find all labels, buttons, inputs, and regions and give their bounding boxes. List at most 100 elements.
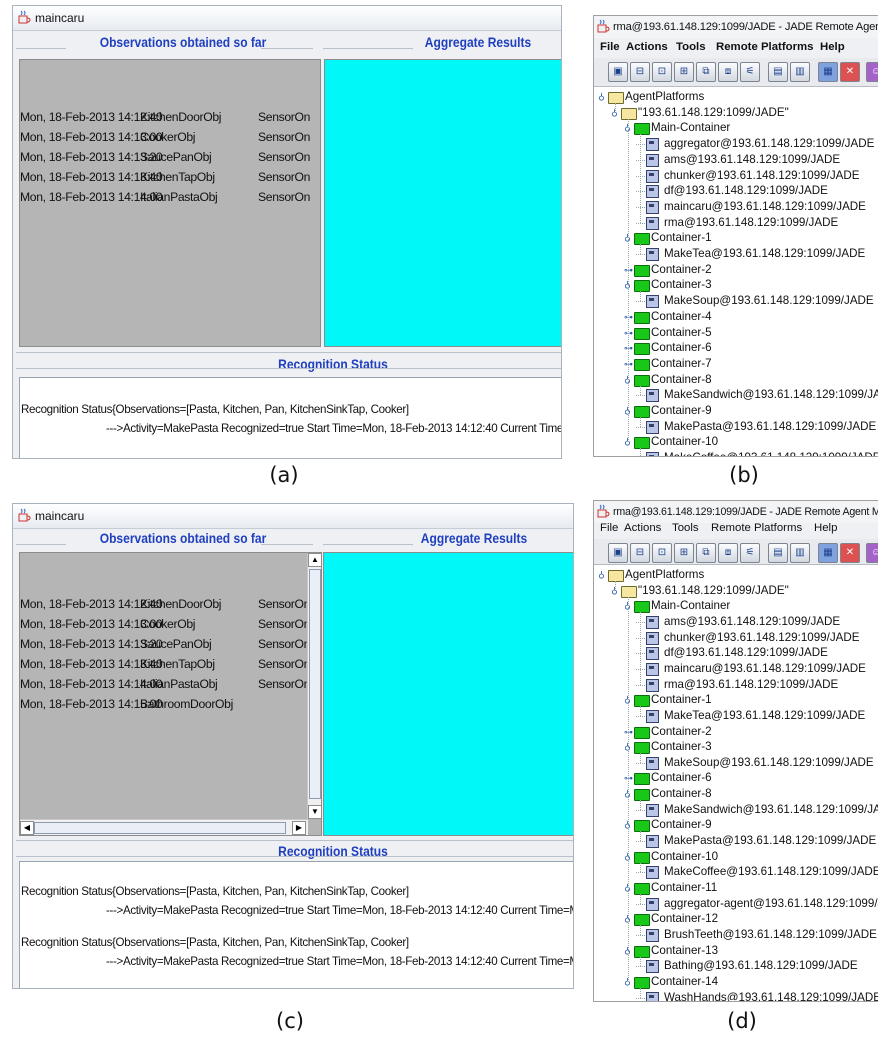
tree-node-platform[interactable]: ⚲ "193.61.148.129:1099/JADE" (594, 105, 878, 121)
tree-node-agent[interactable]: MakePasta@193.61.148.129:1099/JADE (594, 833, 878, 849)
tree-node-agent[interactable]: MakeCoffee@193.61.148.129:1099/JADE (594, 864, 878, 880)
tree-node-container[interactable]: ⚲ Container-13 (594, 943, 878, 959)
tree-node-agent[interactable]: MakeTea@193.61.148.129:1099/JADE (594, 708, 878, 724)
scroll-thumb[interactable] (309, 569, 321, 799)
tree-node-container[interactable]: ⊶ Container-2 (594, 262, 878, 278)
resume-agent-icon[interactable]: ⊞ (674, 62, 694, 82)
dummy-agent-icon[interactable]: ✕ (840, 543, 860, 563)
sniffer-icon[interactable]: ▦ (818, 543, 838, 563)
tree-node-root[interactable]: ⚲ AgentPlatforms (594, 89, 878, 105)
tree-node-container[interactable]: ⚲ Container-9 (594, 403, 878, 419)
menu-actions[interactable]: Actions (626, 41, 668, 53)
menu-tools[interactable]: Tools (676, 41, 706, 53)
tree-node-container[interactable]: ⚲ Container-10 (594, 849, 878, 865)
tree-node-root[interactable]: ⚲ AgentPlatforms (594, 567, 878, 583)
introspector-icon[interactable]: ☺ (866, 62, 878, 82)
tree-node-agent[interactable]: MakePasta@193.61.148.129:1099/JADE (594, 419, 878, 435)
recognition-status-panel[interactable]: Recognition Status{Observations=[Pasta, … (19, 861, 573, 988)
tree-node-container[interactable]: ⚲ Container-3 (594, 277, 878, 293)
expanded-node-icon[interactable]: ⚲ (598, 569, 605, 581)
tree-node-agent[interactable]: MakeTea@193.61.148.129:1099/JADE (594, 246, 878, 262)
start-agent-icon[interactable]: ▣ (608, 543, 628, 563)
tree-node-agent[interactable]: maincaru@193.61.148.129:1099/JADE (594, 661, 878, 677)
tree-node-agent[interactable]: WashHands@193.61.148.129:1099/JADE (594, 990, 878, 1001)
tree-node-agent[interactable]: MakeSoup@193.61.148.129:1099/JADE (594, 293, 878, 309)
scroll-down-button[interactable]: ▼ (308, 805, 321, 819)
tree-node-agent[interactable]: Bathing@193.61.148.129:1099/JADE (594, 958, 878, 974)
tree-node-agent[interactable]: chunker@193.61.148.129:1099/JADE (594, 168, 878, 184)
vertical-scrollbar[interactable]: ▲ ▼ (307, 553, 321, 819)
agent-tree[interactable]: ⚲ AgentPlatforms ⚲ "193.61.148.129:1099/JAD… (594, 86, 878, 456)
freeze-agent-icon[interactable]: ▥ (790, 543, 810, 563)
tree-node-container[interactable]: ⊶ Container-4 (594, 309, 878, 325)
menu-remote-platforms[interactable]: Remote Platforms (711, 522, 802, 534)
tree-node-container[interactable]: ⚲ Container-1 (594, 692, 878, 708)
scroll-right-button[interactable]: ▶ (292, 821, 306, 835)
recognition-status-panel[interactable]: Recognition Status{Observations=[Pasta, … (19, 377, 561, 458)
tree-node-container[interactable]: ⚲ Container-1 (594, 230, 878, 246)
kill-agent-icon[interactable]: ⊟ (630, 62, 650, 82)
tree-node-container[interactable]: ⚲ Main-Container (594, 598, 878, 614)
tree-node-container[interactable]: ⊶ Container-2 (594, 724, 878, 740)
menu-help[interactable]: Help (820, 41, 845, 53)
tree-node-agent[interactable]: BrushTeeth@193.61.148.129:1099/JADE (594, 927, 878, 943)
tree-node-container[interactable]: ⚲ Container-3 (594, 739, 878, 755)
tree-node-agent[interactable]: MakeCoffee@193.61.148.129:1099/JADE (594, 450, 878, 456)
migrate-agent-icon[interactable]: ⧈ (718, 62, 738, 82)
horizontal-scrollbar[interactable]: ◀ ▶ (20, 819, 308, 835)
tree-node-container[interactable]: ⚲ Container-11 (594, 880, 878, 896)
tree-node-container[interactable]: ⚲ Container-9 (594, 817, 878, 833)
migrate-agent-icon[interactable]: ⧈ (718, 543, 738, 563)
tree-node-agent[interactable]: df@193.61.148.129:1099/JADE (594, 183, 878, 199)
tree-node-agent[interactable]: ams@193.61.148.129:1099/JADE (594, 614, 878, 630)
suspend-agent-icon[interactable]: ⊡ (652, 62, 672, 82)
tree-node-container[interactable]: ⊶ Container-5 (594, 325, 878, 341)
clone-agent-icon[interactable]: ⚟ (740, 62, 760, 82)
kill-agent-icon[interactable]: ⊟ (630, 543, 650, 563)
resume-agent-icon[interactable]: ⊞ (674, 543, 694, 563)
tree-node-agent[interactable]: rma@193.61.148.129:1099/JADE (594, 677, 878, 693)
tree-node-agent[interactable]: chunker@193.61.148.129:1099/JADE (594, 630, 878, 646)
tree-node-agent[interactable]: df@193.61.148.129:1099/JADE (594, 645, 878, 661)
tree-node-container[interactable]: ⊶ Container-7 (594, 356, 878, 372)
clone-agent-icon[interactable]: ⚟ (740, 543, 760, 563)
scroll-left-button[interactable]: ◀ (20, 821, 34, 835)
tree-node-agent[interactable]: maincaru@193.61.148.129:1099/JADE (594, 199, 878, 215)
tree-node-agent[interactable]: ams@193.61.148.129:1099/JADE (594, 152, 878, 168)
tree-node-agent[interactable]: MakeSandwich@193.61.148.129:1099/JADE (594, 387, 878, 403)
scroll-thumb-horizontal[interactable] (34, 822, 286, 834)
tree-node-agent[interactable]: aggregator-agent@193.61.148.129:1099/JAD… (594, 896, 878, 912)
send-message-icon[interactable]: ⧉ (696, 543, 716, 563)
suspend-agent-icon[interactable]: ⊡ (652, 543, 672, 563)
menu-file[interactable]: File (600, 522, 618, 534)
freeze-agent-icon[interactable]: ▥ (790, 62, 810, 82)
tree-node-container[interactable]: ⊶ Container-6 (594, 340, 878, 356)
observations-list[interactable]: Mon, 18-Feb-2013 14:12:40 KitchenDoorObj S… (19, 59, 321, 347)
tree-node-agent[interactable]: rma@193.61.148.129:1099/JADE (594, 215, 878, 231)
dummy-agent-icon[interactable]: ✕ (840, 62, 860, 82)
tree-node-container[interactable]: ⚲ Container-10 (594, 434, 878, 450)
menu-tools[interactable]: Tools (672, 522, 699, 534)
introspector-icon[interactable]: ☺ (866, 543, 878, 563)
menu-actions[interactable]: Actions (624, 522, 661, 534)
tree-node-agent[interactable]: MakeSoup@193.61.148.129:1099/JADE (594, 755, 878, 771)
tree-node-agent[interactable]: MakeSandwich@193.61.148.129:1099/JADE (594, 802, 878, 818)
tree-node-container[interactable]: ⚲ Container-14 (594, 974, 878, 990)
tree-node-platform[interactable]: ⚲ "193.61.148.129:1099/JADE" (594, 583, 878, 599)
menu-help[interactable]: Help (814, 522, 837, 534)
start-agent-icon[interactable]: ▣ (608, 62, 628, 82)
tree-node-container[interactable]: ⚲ Main-Container (594, 120, 878, 136)
save-agent-icon[interactable]: ▤ (768, 62, 788, 82)
tree-node-container[interactable]: ⚲ Container-8 (594, 786, 878, 802)
menu-file[interactable]: File (600, 41, 620, 53)
tree-node-agent[interactable]: aggregator@193.61.148.129:1099/JADE (594, 136, 878, 152)
rma-titlebar[interactable]: rma@193.61.148.129:1099/JADE - JADE Remo… (594, 16, 878, 38)
window-titlebar[interactable]: maincaru (13, 504, 573, 529)
expanded-node-icon[interactable]: ⚲ (598, 91, 605, 103)
sniffer-icon[interactable]: ▦ (818, 62, 838, 82)
send-message-icon[interactable]: ⧉ (696, 62, 716, 82)
tree-node-container[interactable]: ⚲ Container-12 (594, 911, 878, 927)
window-titlebar[interactable]: maincaru (13, 6, 561, 31)
menu-remote-platforms[interactable]: Remote Platforms (716, 41, 813, 53)
tree-node-container[interactable]: ⚲ Container-8 (594, 372, 878, 388)
